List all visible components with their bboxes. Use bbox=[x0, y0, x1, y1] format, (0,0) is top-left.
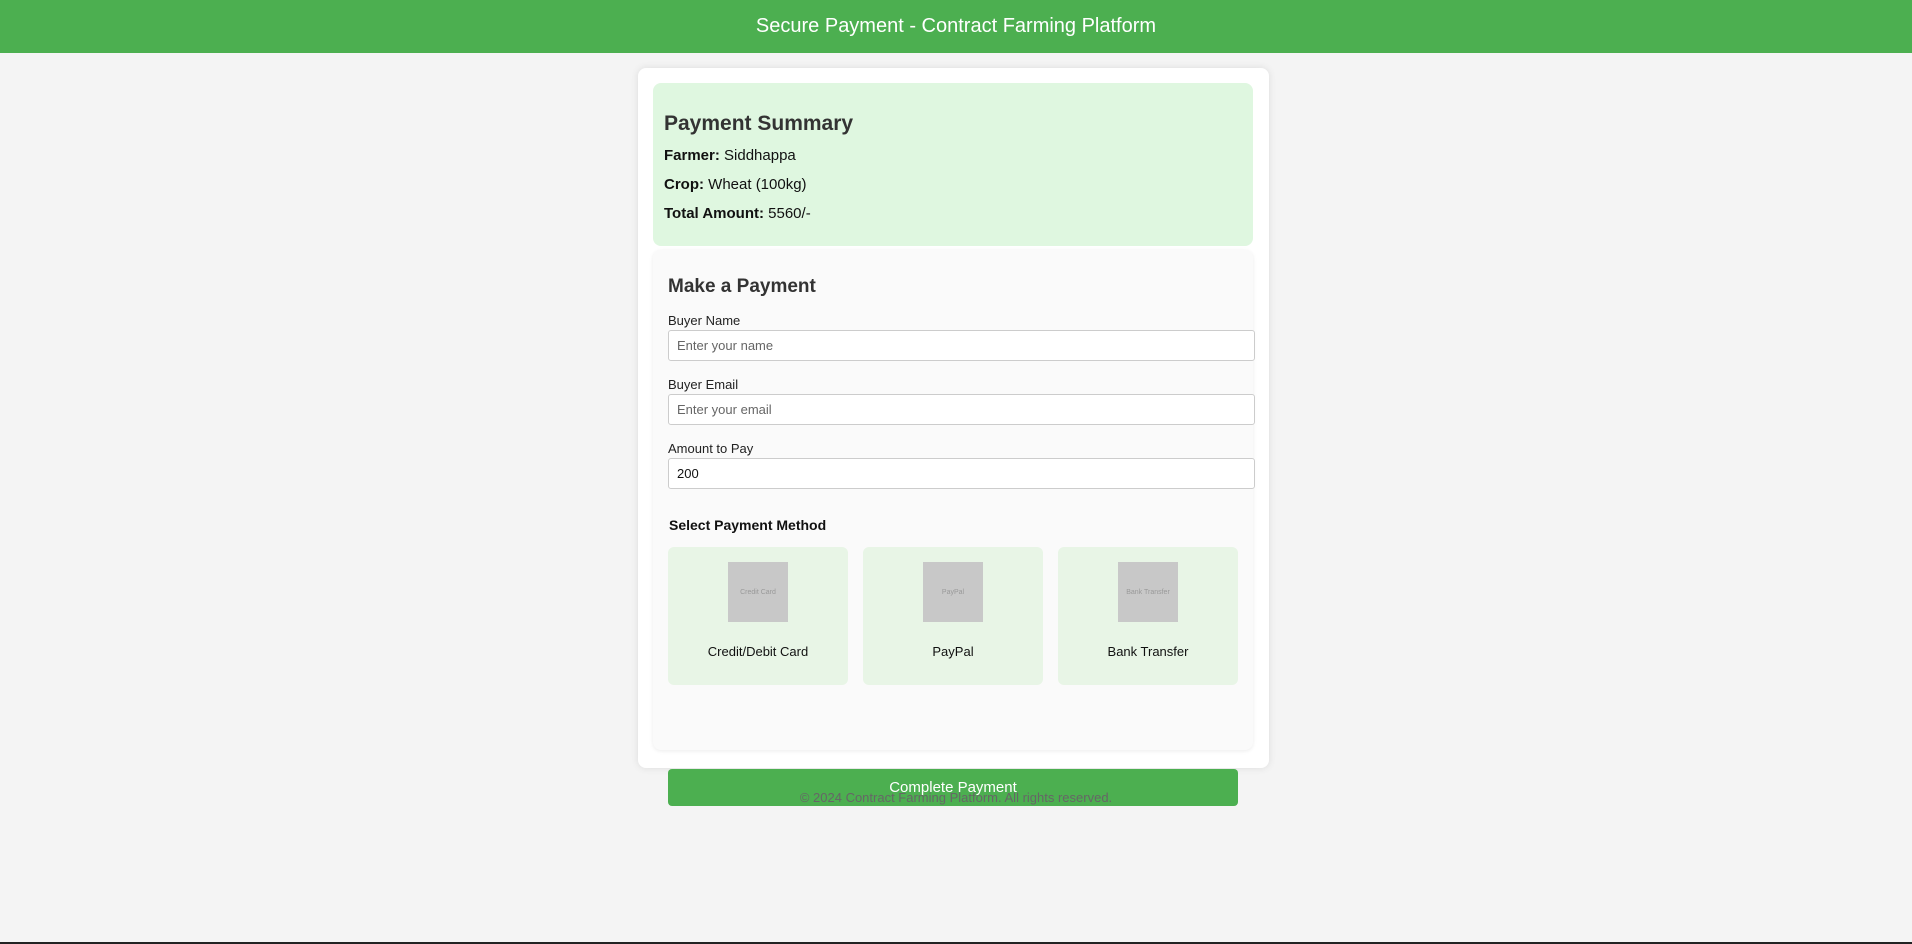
payment-method-title: Select Payment Method bbox=[669, 517, 827, 533]
payment-card: Payment Summary Farmer: Siddhappa Crop: … bbox=[638, 68, 1269, 806]
method-label: Bank Transfer bbox=[1107, 644, 1189, 659]
page-title: Secure Payment - Contract Farming Platfo… bbox=[755, 15, 1157, 37]
crop-row: Crop: Wheat (100kg) bbox=[664, 176, 1242, 194]
method-label: Credit/Debit Card bbox=[707, 644, 809, 659]
farmer-label: Farmer: bbox=[664, 147, 720, 164]
farmer-value: Siddhappa bbox=[724, 147, 796, 164]
credit-card-icon: Credit Card bbox=[728, 562, 788, 622]
total-label: Total Amount: bbox=[664, 205, 764, 222]
buyer-name-label: Buyer Name bbox=[668, 313, 741, 328]
crop-value: Wheat (100kg) bbox=[708, 176, 807, 193]
farmer-row: Farmer: Siddhappa bbox=[664, 147, 1242, 165]
amount-input[interactable] bbox=[668, 458, 1255, 489]
payment-form: Make a Payment Buyer Name Buyer Email Am… bbox=[653, 250, 1255, 806]
method-credit-card[interactable]: Credit Card Credit/Debit Card bbox=[668, 547, 848, 685]
method-label: PayPal bbox=[932, 644, 974, 659]
total-value: 5560/- bbox=[768, 205, 811, 222]
buyer-name-input[interactable] bbox=[668, 330, 1255, 361]
summary-heading: Payment Summary bbox=[664, 112, 854, 135]
method-bank-transfer[interactable]: Bank Transfer Bank Transfer bbox=[1058, 547, 1238, 685]
buyer-email-input[interactable] bbox=[668, 394, 1255, 425]
bank-transfer-icon: Bank Transfer bbox=[1118, 562, 1178, 622]
method-paypal[interactable]: PayPal PayPal bbox=[863, 547, 1043, 685]
page-header: Secure Payment - Contract Farming Platfo… bbox=[0, 0, 1912, 53]
form-heading: Make a Payment bbox=[668, 276, 816, 297]
total-row: Total Amount: 5560/- bbox=[664, 205, 1242, 223]
amount-label: Amount to Pay bbox=[668, 441, 754, 456]
footer-copyright: © 2024 Contract Farming Platform. All ri… bbox=[799, 790, 1113, 805]
buyer-email-label: Buyer Email bbox=[668, 377, 739, 392]
crop-label: Crop: bbox=[664, 176, 704, 193]
paypal-icon: PayPal bbox=[923, 562, 983, 622]
payment-summary: Payment Summary Farmer: Siddhappa Crop: … bbox=[653, 83, 1253, 246]
